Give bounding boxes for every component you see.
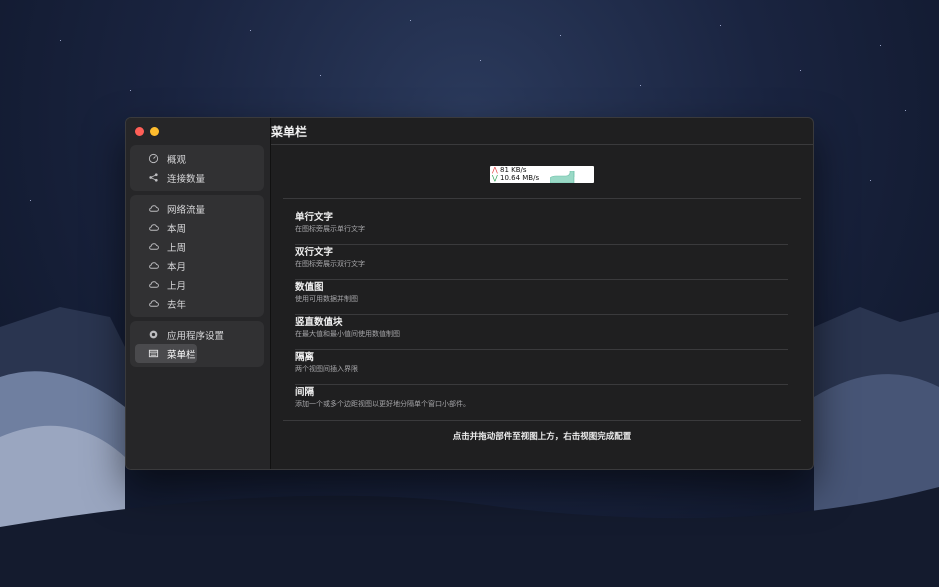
instruction-text: 点击并拖动部件至视图上方，右击视图完成配置	[452, 432, 632, 442]
sidebar-item-label: 本周	[167, 223, 187, 235]
widget-title: 间隔	[295, 387, 315, 398]
widget-desc: 使用可用数据并制图	[295, 295, 358, 303]
cloud-icon	[147, 260, 159, 272]
main-pane: 菜单栏 ⋀ 81 KB/s ⋁ 10.64 MB/s 单行文字 在图标旁展示单行…	[271, 118, 813, 469]
widget-double-line-text[interactable]: 双行文字 在图标旁展示双行文字	[295, 245, 788, 280]
menubar-preview[interactable]: ⋀ 81 KB/s ⋁ 10.64 MB/s	[490, 166, 594, 183]
widget-title: 单行文字	[295, 212, 334, 223]
upload-speed: 81 KB/s	[499, 166, 527, 174]
share-icon	[147, 172, 159, 184]
widget-title: 隔离	[295, 352, 315, 363]
sidebar-item-last-month[interactable]: 上月	[135, 275, 259, 294]
cloud-icon	[147, 203, 159, 215]
widget-desc: 添加一个或多个边距视图以更好地分隔单个窗口小部件。	[295, 400, 470, 408]
sidebar-item-label: 网络流量	[167, 204, 206, 216]
close-button[interactable]	[135, 127, 144, 136]
sidebar-item-last-year[interactable]: 去年	[135, 294, 259, 313]
widget-separator[interactable]: 隔离 两个视图间插入界限	[295, 350, 788, 385]
sidebar-item-label: 上周	[167, 242, 187, 254]
app-window: 概观 连接数量 网络流量 本周 上周 本月 上月 去年 应用程序设置 菜单栏 菜…	[125, 117, 814, 470]
divider	[283, 198, 801, 199]
widget-value-graph[interactable]: 数值图 使用可用数据并制图	[295, 280, 788, 315]
divider	[283, 420, 801, 421]
widget-title: 双行文字	[295, 247, 334, 258]
arrow-down-icon: ⋁	[492, 174, 498, 182]
sidebar-item-menubar[interactable]: 菜单栏	[135, 344, 197, 363]
menubar-icon	[147, 348, 159, 360]
sidebar-group-settings: 应用程序设置 菜单栏	[130, 321, 264, 367]
sidebar-item-label: 去年	[167, 299, 187, 311]
sidebar-item-connections[interactable]: 连接数量	[135, 168, 259, 187]
widget-single-line-text[interactable]: 单行文字 在图标旁展示单行文字	[295, 210, 788, 245]
sidebar-item-label: 上月	[167, 280, 187, 292]
widget-desc: 两个视图间插入界限	[295, 365, 358, 373]
sidebar-item-this-week[interactable]: 本周	[135, 218, 259, 237]
page-title: 菜单栏	[271, 124, 308, 139]
gear-icon	[147, 329, 159, 341]
cloud-icon	[147, 279, 159, 291]
minimize-button[interactable]	[150, 127, 159, 136]
sidebar-item-last-week[interactable]: 上周	[135, 237, 259, 256]
sidebar-item-label: 本月	[167, 261, 187, 273]
sidebar-item-overview[interactable]: 概观	[135, 149, 259, 168]
preview-graph	[550, 171, 590, 183]
sidebar: 概观 连接数量 网络流量 本周 上周 本月 上月 去年 应用程序设置 菜单栏	[126, 118, 271, 469]
sidebar-item-label: 概观	[167, 154, 187, 166]
traffic-lights	[135, 127, 159, 136]
sidebar-item-app-settings[interactable]: 应用程序设置	[135, 325, 259, 344]
widget-desc: 在图标旁展示单行文字	[295, 225, 365, 233]
sidebar-item-traffic[interactable]: 网络流量	[135, 199, 259, 218]
widget-vertical-value-block[interactable]: 竖直数值块 在最大值和最小值间使用数值制图	[295, 315, 788, 350]
widget-desc: 在图标旁展示双行文字	[295, 260, 365, 268]
cloud-icon	[147, 241, 159, 253]
download-speed: 10.64 MB/s	[499, 174, 540, 182]
cloud-icon	[147, 298, 159, 310]
sidebar-item-label: 应用程序设置	[167, 330, 225, 342]
cloud-icon	[147, 222, 159, 234]
sidebar-group-overview: 概观 连接数量	[130, 145, 264, 191]
sidebar-item-this-month[interactable]: 本月	[135, 256, 259, 275]
widget-title: 竖直数值块	[295, 317, 343, 328]
sidebar-item-label: 菜单栏	[167, 349, 196, 361]
widget-spacer[interactable]: 间隔 添加一个或多个边距视图以更好地分隔单个窗口小部件。	[295, 385, 788, 420]
titlebar: 菜单栏	[271, 118, 813, 145]
arrow-up-icon: ⋀	[492, 166, 498, 174]
sidebar-item-label: 连接数量	[167, 173, 206, 185]
widget-list: 单行文字 在图标旁展示单行文字 双行文字 在图标旁展示双行文字 数值图 使用可用…	[295, 210, 788, 420]
sidebar-group-traffic: 网络流量 本周 上周 本月 上月 去年	[130, 195, 264, 317]
widget-desc: 在最大值和最小值间使用数值制图	[295, 330, 400, 338]
gauge-icon	[147, 153, 159, 165]
widget-title: 数值图	[295, 282, 324, 293]
